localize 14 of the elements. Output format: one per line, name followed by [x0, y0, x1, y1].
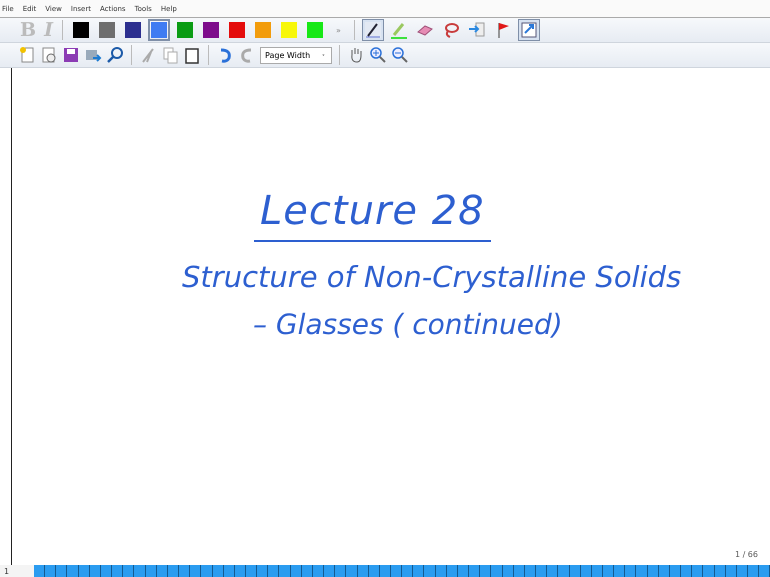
page-strip[interactable] — [34, 565, 770, 577]
zoom-out-icon[interactable] — [391, 46, 409, 64]
save-icon[interactable] — [62, 46, 80, 64]
handwritten-text: Structure of Non-Crystalline Solids — [182, 260, 682, 294]
color-swatch[interactable] — [148, 19, 170, 41]
zoom-in-icon[interactable] — [369, 46, 387, 64]
search-icon[interactable] — [106, 46, 124, 64]
page-counter: 1 / 66 — [734, 550, 758, 559]
handwritten-text: – Glasses ( continued) — [253, 308, 563, 341]
paste-icon[interactable] — [183, 46, 201, 64]
zoom-dropdown[interactable]: Page Width — [260, 46, 332, 64]
new-page-icon[interactable] — [18, 46, 36, 64]
page-number: 1 — [3, 566, 10, 576]
handwritten-text: Lecture 28 — [254, 188, 491, 242]
